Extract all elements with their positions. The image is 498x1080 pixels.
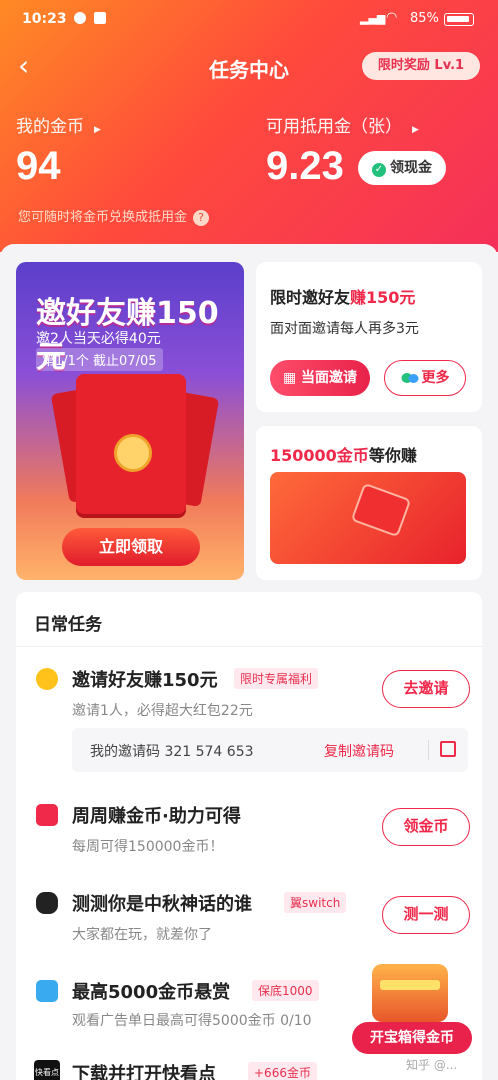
eyes-icon bbox=[36, 892, 58, 914]
invite-card-subtitle: 面对面邀请每人再多3元 bbox=[270, 321, 419, 337]
claim-now-button[interactable]: 立即领取 bbox=[62, 528, 200, 566]
check-icon: ✓ bbox=[372, 163, 386, 177]
banner-progress: 第1/1个 截止07/05 bbox=[36, 348, 163, 371]
level-badge[interactable]: 限时奖励 Lv.1 bbox=[362, 52, 480, 80]
coin-card-image bbox=[270, 472, 466, 564]
face-to-face-label: 当面邀请 bbox=[301, 370, 358, 386]
task-subtitle: 观看广告单日最高可得5000金币 0/10 bbox=[72, 1013, 312, 1029]
divider bbox=[16, 646, 482, 647]
get-cash-label: 领现金 bbox=[390, 160, 432, 176]
notification-icon bbox=[74, 12, 86, 24]
status-time: 10:23 bbox=[22, 11, 67, 27]
red-envelope-image bbox=[350, 482, 412, 538]
task-item: 测测你是中秋神话的谁 翼switch 大家都在玩，就差你了 测一测 bbox=[16, 878, 482, 958]
task-title: 邀请好友赚150元 bbox=[72, 670, 218, 691]
get-cash-button[interactable]: ✓ 领现金 bbox=[358, 151, 446, 185]
coin-reward-card[interactable]: 150000金币等你赚 bbox=[256, 426, 482, 580]
task-item: 周周赚金币·助力可得 每周可得150000金币！ 领金币 bbox=[16, 790, 482, 870]
go-invite-button[interactable]: 去邀请 bbox=[382, 670, 470, 708]
copy-code-button[interactable]: 复制邀请码 bbox=[324, 741, 394, 761]
invite-card[interactable]: 限时邀好友赚150元 面对面邀请每人再多3元 ▦ 当面邀请 更多 bbox=[256, 262, 482, 412]
app-icon: 快看点 bbox=[34, 1060, 60, 1080]
voucher-label-text: 可用抵用金（张） bbox=[266, 117, 402, 137]
task-title: 测测你是中秋神话的谁 bbox=[72, 894, 252, 915]
watermark: 知乎 @... bbox=[406, 1058, 458, 1072]
exchange-hint: 您可随时将金币兑换成抵用金? bbox=[18, 206, 210, 226]
coins-label[interactable]: 我的金币 ▶ bbox=[16, 112, 101, 137]
divider bbox=[428, 740, 429, 760]
daily-tasks-header: 日常任务 bbox=[34, 615, 102, 635]
coin-card-label: 等你赚 bbox=[368, 446, 417, 465]
task-title: 最高5000金币悬赏 bbox=[72, 982, 231, 1003]
invite-banner[interactable]: 邀好友赚150元 邀2人当天必得40元 第1/1个 截止07/05 立即领取 bbox=[16, 262, 244, 580]
wallet-icon bbox=[36, 804, 58, 826]
task-subtitle: 大家都在玩，就差你了 bbox=[72, 927, 212, 943]
invite-card-title: 限时邀好友赚150元 bbox=[270, 284, 415, 308]
task-tag: 限时专属福利 bbox=[234, 668, 319, 689]
treasure-chest-icon bbox=[372, 964, 448, 1022]
help-icon[interactable]: ? bbox=[193, 210, 210, 226]
battery-percent: 85% bbox=[410, 11, 439, 26]
task-tag: +666金币 bbox=[248, 1062, 317, 1080]
task-tag: 保底1000 bbox=[252, 980, 319, 1001]
coins-value: 94 bbox=[16, 144, 61, 188]
task-item: 邀请好友赚150元 限时专属福利 邀请1人，必得超大红包22元 去邀请 我的邀请… bbox=[16, 656, 482, 786]
chevron-right-icon: ▶ bbox=[412, 125, 419, 135]
task-title: 下载并打开快看点 bbox=[72, 1064, 216, 1080]
qr-icon: ▦ bbox=[282, 370, 302, 386]
task-tag: 翼switch bbox=[284, 892, 347, 913]
task-subtitle: 邀请1人，必得超大红包22元 bbox=[72, 703, 253, 719]
coin-card-amount: 150000金币 bbox=[270, 446, 369, 465]
invite-title-main: 限时邀好友 bbox=[270, 288, 351, 307]
coin-icon bbox=[114, 434, 152, 472]
more-label: 更多 bbox=[421, 370, 450, 386]
exchange-hint-text: 您可随时将金币兑换成抵用金 bbox=[18, 210, 188, 225]
chest-lid bbox=[380, 980, 440, 990]
qr-code-icon[interactable] bbox=[440, 741, 456, 757]
status-bar: 10:23 ▂▄▆ ◠ 85% bbox=[0, 0, 498, 40]
carousel-dots bbox=[104, 570, 164, 576]
face-to-face-invite-button[interactable]: ▦ 当面邀请 bbox=[270, 360, 370, 396]
battery-icon bbox=[444, 13, 474, 26]
coins-label-text: 我的金币 bbox=[16, 117, 84, 137]
app-notification-icon bbox=[94, 12, 106, 24]
banner-subtitle: 邀2人当天必得40元 bbox=[36, 331, 161, 347]
get-coins-button[interactable]: 领金币 bbox=[382, 808, 470, 846]
chevron-right-icon: ▶ bbox=[94, 125, 101, 135]
wifi-icon: ◠ bbox=[386, 10, 398, 25]
task-title: 周周赚金币·助力可得 bbox=[72, 806, 241, 827]
wechat-icon bbox=[401, 373, 418, 383]
task-subtitle: 每周可得150000金币！ bbox=[72, 839, 224, 855]
invite-code-box: 我的邀请码 321 574 653 复制邀请码 bbox=[72, 728, 468, 772]
invite-title-amount: 赚150元 bbox=[350, 288, 416, 307]
open-chest-button[interactable]: 开宝箱得金币 bbox=[352, 1022, 472, 1054]
tv-icon bbox=[36, 980, 58, 1002]
invite-code: 我的邀请码 321 574 653 bbox=[90, 744, 254, 760]
signal-icon: ▂▄▆ bbox=[360, 12, 386, 25]
take-quiz-button[interactable]: 测一测 bbox=[382, 896, 470, 934]
voucher-value: 9.23 bbox=[266, 144, 344, 188]
voucher-label[interactable]: 可用抵用金（张） ▶ bbox=[266, 112, 419, 137]
more-share-button[interactable]: 更多 bbox=[384, 360, 466, 396]
treasure-chest-widget[interactable]: 开宝箱得金币 bbox=[352, 958, 472, 1058]
coin-icon bbox=[36, 668, 58, 690]
coin-card-title: 150000金币等你赚 bbox=[270, 442, 417, 466]
